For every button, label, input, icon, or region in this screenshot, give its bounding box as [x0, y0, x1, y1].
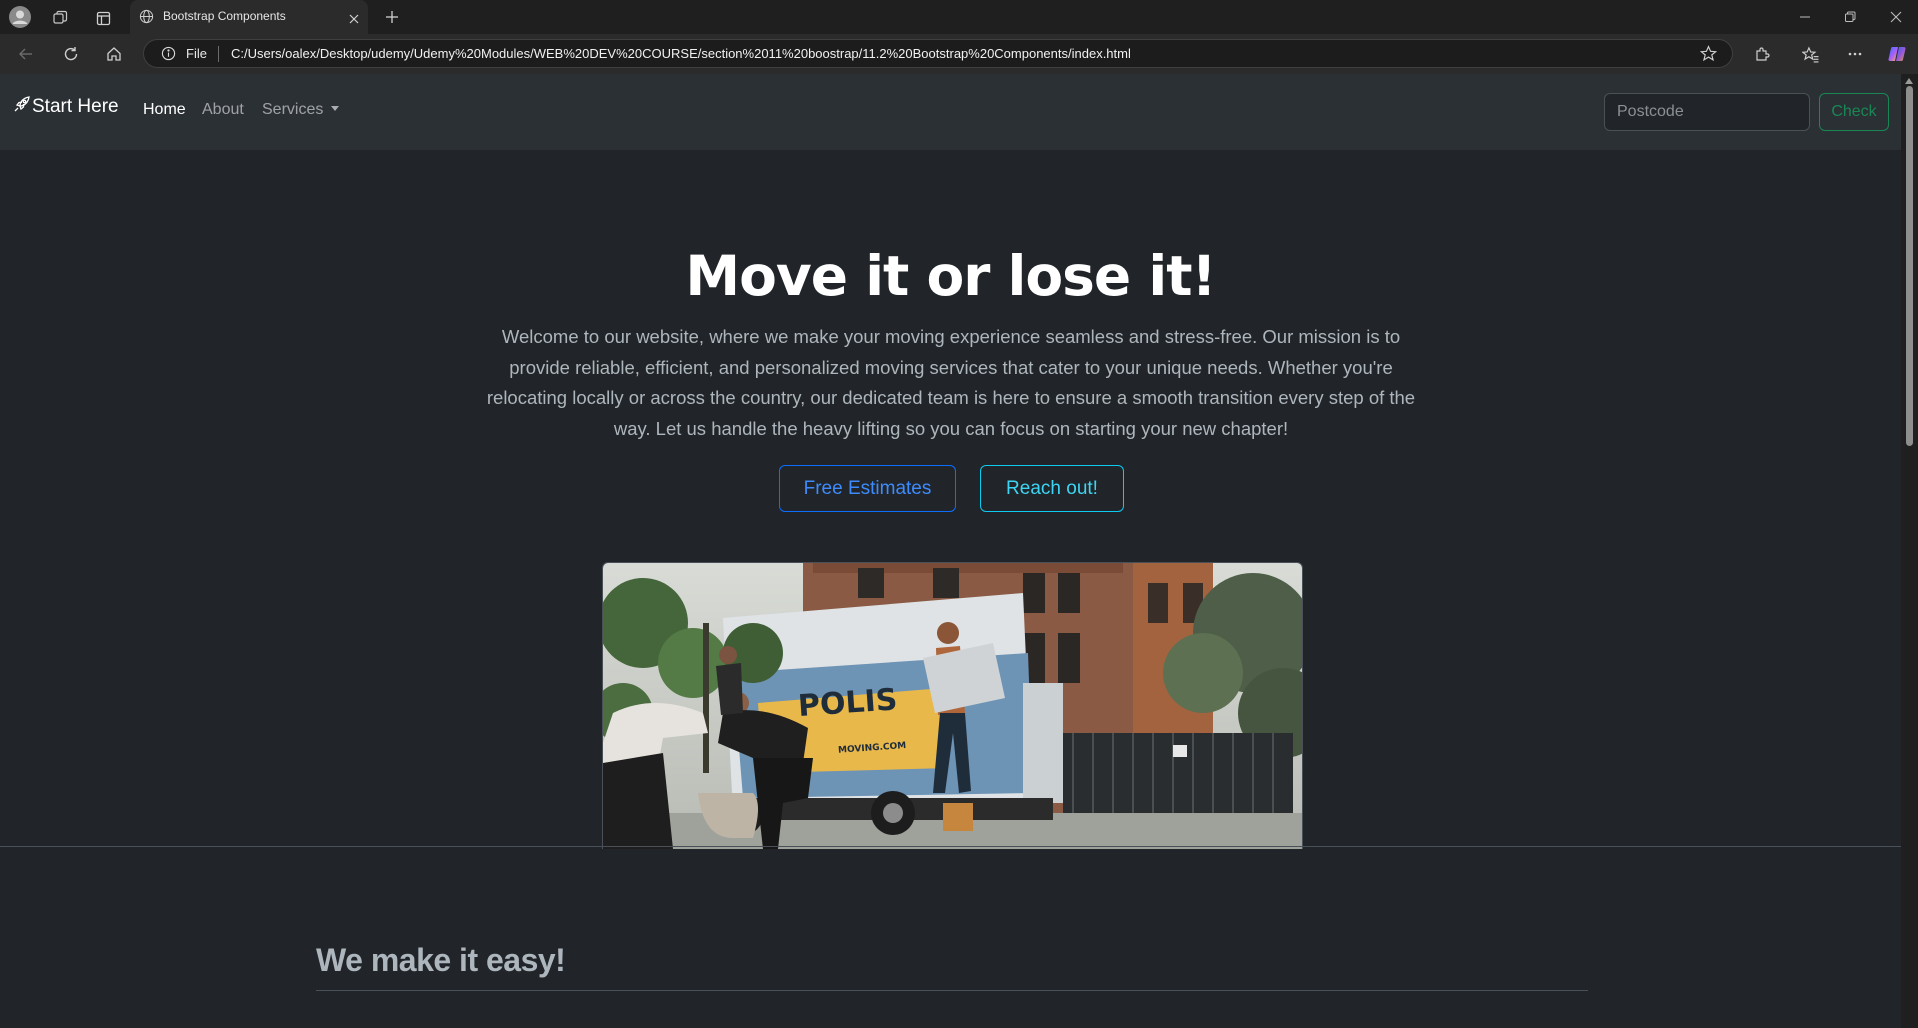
nav-services-label: Services: [262, 101, 324, 118]
more-options-icon[interactable]: [1845, 44, 1865, 64]
nav-home-link[interactable]: Home: [143, 101, 186, 119]
vertical-tabs-icon[interactable]: [93, 8, 113, 28]
nav-about-link[interactable]: About: [202, 101, 244, 119]
section-heading: We make it easy!: [316, 942, 566, 978]
scrollbar-thumb[interactable]: [1906, 86, 1913, 446]
active-tab[interactable]: Bootstrap Components: [130, 0, 368, 34]
moving-truck-photo: POLIS MOVING.COM: [602, 562, 1303, 849]
close-tab-icon[interactable]: [348, 10, 360, 29]
section-heading-rule: [316, 990, 1588, 991]
url-text[interactable]: C:/Users/oalex/Desktop/udemy/Udemy%20Mod…: [231, 46, 1131, 61]
page-scrollbar[interactable]: [1901, 74, 1918, 1028]
check-button[interactable]: Check: [1819, 93, 1889, 131]
page-viewport: Start Here Home About Services Check Mov…: [0, 74, 1901, 1028]
browser-toolbar: File C:/Users/oalex/Desktop/udemy/Udemy%…: [0, 34, 1918, 74]
navbar-brand[interactable]: Start Here: [14, 96, 119, 118]
workspaces-icon[interactable]: [50, 8, 70, 28]
new-tab-icon[interactable]: [382, 7, 402, 27]
hero-title: Move it or lose it!: [685, 244, 1216, 308]
reach-out-button[interactable]: Reach out!: [980, 465, 1124, 512]
browser-tab-bar: Bootstrap Components: [0, 0, 1918, 34]
nav-services-dropdown[interactable]: Services: [262, 101, 340, 119]
back-icon[interactable]: [16, 44, 36, 64]
file-scheme-label: File: [186, 46, 207, 61]
copilot-icon[interactable]: [1886, 43, 1908, 65]
hero-description: Welcome to our website, where we make yo…: [486, 326, 1416, 439]
favorites-icon[interactable]: [1800, 44, 1820, 64]
extensions-icon[interactable]: [1752, 44, 1772, 64]
rocket-icon: [14, 96, 30, 118]
address-bar[interactable]: File C:/Users/oalex/Desktop/udemy/Udemy%…: [143, 39, 1733, 68]
free-estimates-button[interactable]: Free Estimates: [779, 465, 956, 512]
section-divider: [0, 846, 1901, 847]
brand-text: Start Here: [32, 96, 119, 117]
close-window-icon[interactable]: [1886, 7, 1906, 27]
scroll-up-arrow-icon[interactable]: [1905, 78, 1913, 84]
minimize-icon[interactable]: [1795, 7, 1815, 27]
tab-title: Bootstrap Components: [163, 9, 286, 23]
postcode-input[interactable]: [1604, 93, 1810, 131]
navbar: Start Here Home About Services Check: [0, 74, 1901, 150]
chevron-down-icon: [331, 106, 340, 111]
favorite-star-icon[interactable]: [1699, 45, 1718, 66]
globe-icon: [139, 9, 154, 28]
info-icon[interactable]: [161, 46, 176, 65]
truck-lettering: POLIS: [797, 682, 899, 724]
refresh-icon[interactable]: [61, 44, 81, 64]
home-icon[interactable]: [104, 44, 124, 64]
omnibox-separator: [218, 46, 219, 62]
profile-avatar-icon[interactable]: [8, 5, 32, 29]
restore-icon[interactable]: [1840, 7, 1860, 27]
